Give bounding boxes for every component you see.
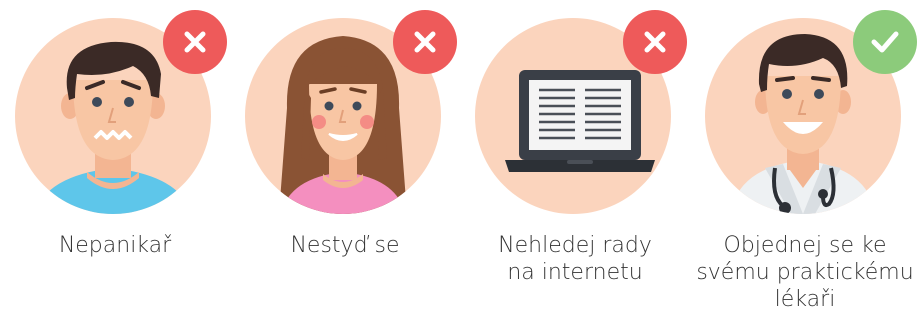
not-recommended-badge (393, 10, 457, 74)
tip-nestydet: Nestyď se (230, 0, 460, 322)
close-icon (414, 31, 436, 53)
tip-caption: Objednej se ke svému praktickému lékaři (678, 232, 920, 313)
caption-line: svému praktickému (696, 260, 914, 285)
caption-line: lékaři (774, 287, 836, 312)
caption-line: Nepanikař (58, 233, 172, 258)
recommended-badge (853, 10, 917, 74)
caption-line: na internetu (507, 260, 643, 285)
caption-line: Nestyď se (290, 233, 400, 258)
close-icon (644, 31, 666, 53)
tip-caption: Nehledej rady na internetu (460, 232, 690, 286)
tip-lekar: Objednej se ke svému praktickému lékaři (690, 0, 920, 322)
tip-internet: Nehledej rady na internetu (460, 0, 690, 322)
not-recommended-badge (623, 10, 687, 74)
caption-line: Objednej se ke (723, 233, 887, 258)
close-icon (184, 31, 206, 53)
tip-caption: Nestyď se (230, 232, 460, 259)
check-icon (871, 31, 899, 53)
tip-caption: Nepanikař (0, 232, 230, 259)
not-recommended-badge (163, 10, 227, 74)
tip-panikarit: Nepanikař (0, 0, 230, 322)
caption-line: Nehledej rady (498, 233, 652, 258)
